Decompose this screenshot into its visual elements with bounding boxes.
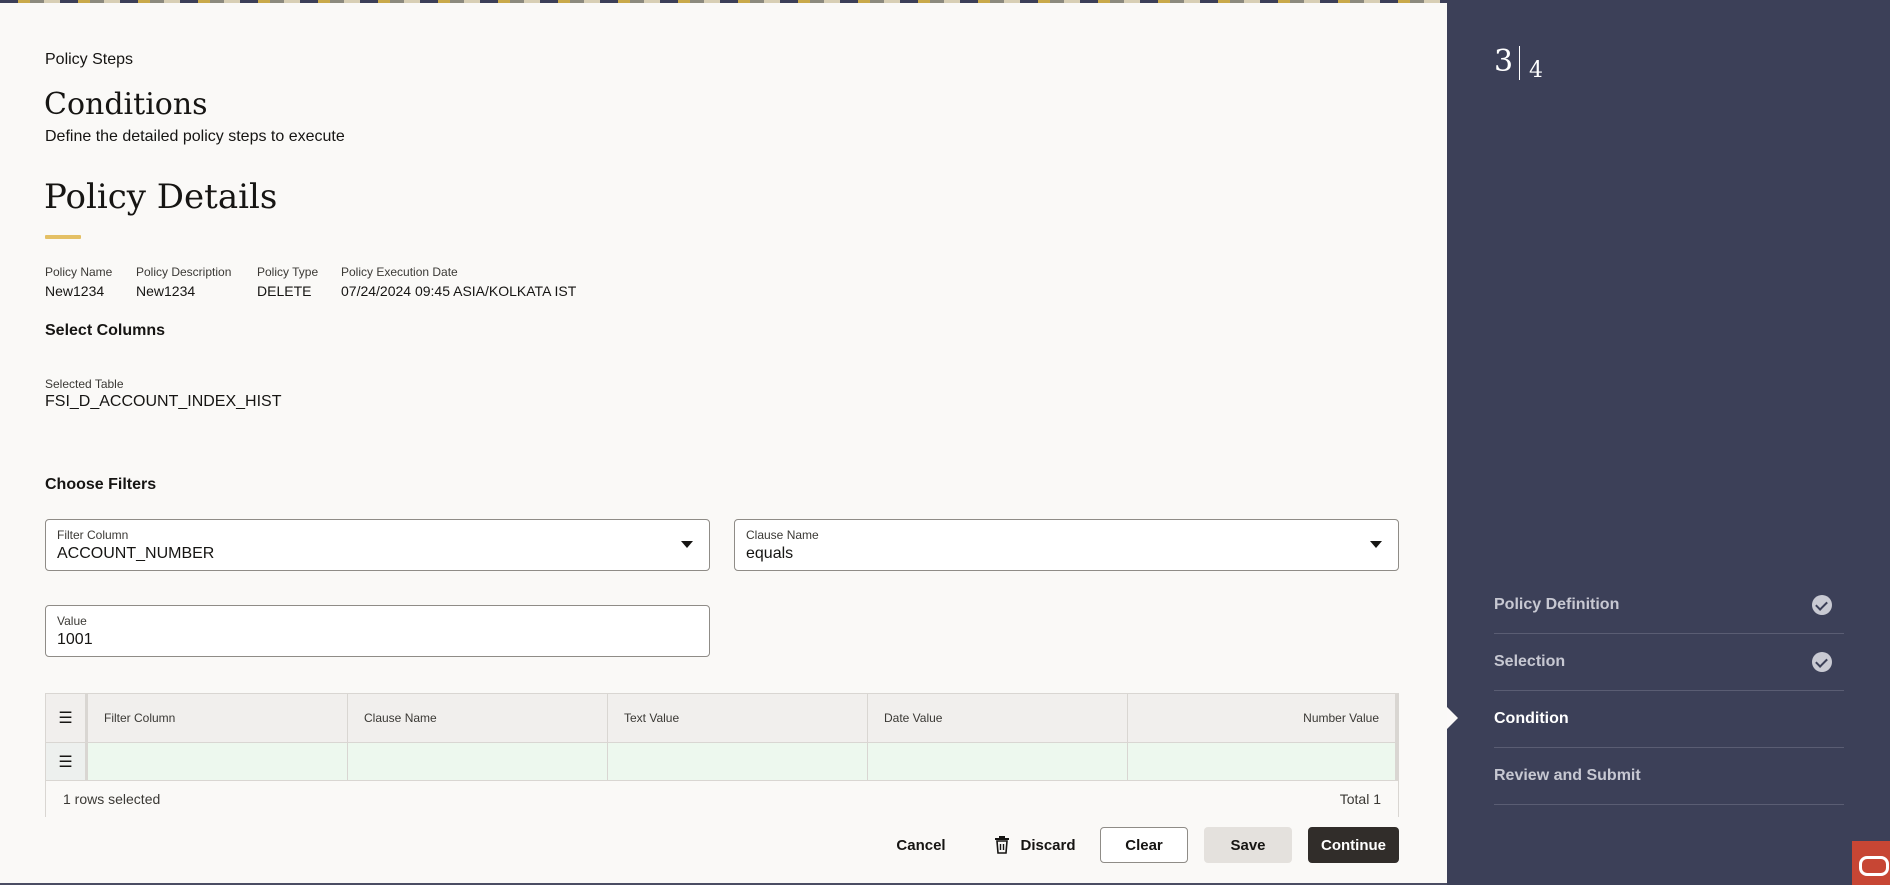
filters-grid: ☰ Filter Column Clause Name Text Value D…: [45, 693, 1399, 817]
column-header-filter-column[interactable]: Filter Column: [88, 694, 348, 742]
grid-menu-icon[interactable]: ☰: [46, 694, 88, 742]
step-condition[interactable]: Condition: [1494, 691, 1844, 748]
choose-filters-title: Choose Filters: [45, 476, 157, 493]
step-label: Review and Submit: [1494, 767, 1641, 784]
total-count: Total 1: [1339, 791, 1381, 807]
value-label: Value: [57, 614, 87, 628]
grid-footer: 1 rows selected Total 1: [45, 781, 1399, 817]
page-eyebrow: Policy Steps: [45, 51, 134, 68]
clause-name-label: Clause Name: [746, 528, 819, 542]
chevron-down-icon[interactable]: [681, 541, 693, 548]
page-subtitle: Define the detailed policy steps to exec…: [45, 128, 345, 145]
page-title: Conditions: [44, 87, 208, 122]
step-label: Selection: [1494, 653, 1566, 670]
step-policy-definition[interactable]: Policy Definition: [1494, 577, 1844, 634]
oracle-logo[interactable]: [1852, 841, 1890, 885]
cell-filter-column[interactable]: [88, 743, 348, 780]
policy-type-label: Policy Type: [257, 265, 319, 279]
column-header-number-value[interactable]: Number Value: [1128, 694, 1398, 742]
policy-execution-date-field: Policy Execution Date 07/24/2024 09:45 A…: [341, 265, 576, 299]
cell-number-value[interactable]: [1128, 743, 1398, 780]
rows-selected-text: 1 rows selected: [63, 791, 161, 807]
save-button[interactable]: Save: [1204, 827, 1292, 863]
policy-details-title: Policy Details: [44, 177, 278, 217]
policy-description-value: New1234: [136, 283, 196, 299]
step-label: Policy Definition: [1494, 596, 1620, 613]
trash-icon: [994, 836, 1010, 854]
step-counter-divider: [1519, 46, 1520, 80]
cell-text-value[interactable]: [608, 743, 868, 780]
policy-name-label: Policy Name: [45, 265, 113, 279]
policy-type-field: Policy Type DELETE: [257, 265, 318, 299]
chevron-down-icon[interactable]: [1370, 541, 1382, 548]
column-header-text-value[interactable]: Text Value: [608, 694, 868, 742]
check-circle-icon: [1812, 652, 1832, 672]
filter-column-select[interactable]: Filter Column ACCOUNT_NUMBER: [45, 519, 710, 571]
selected-table-label: Selected Table: [45, 377, 124, 391]
discard-button[interactable]: Discard: [982, 827, 1088, 863]
policy-description-field: Policy Description New1234: [136, 265, 231, 299]
step-label: Condition: [1494, 710, 1569, 727]
clear-button[interactable]: Clear: [1100, 827, 1188, 863]
train-steps: Policy Definition Selection Condition Re…: [1494, 577, 1844, 805]
accent-bar: [45, 235, 81, 239]
policy-execution-date-label: Policy Execution Date: [341, 265, 458, 279]
column-header-date-value[interactable]: Date Value: [868, 694, 1128, 742]
current-step-number: 3: [1494, 44, 1514, 79]
main-panel: Policy Steps Conditions Define the detai…: [0, 3, 1447, 883]
policy-name-field: Policy Name New1234: [45, 265, 112, 299]
column-header-clause-name[interactable]: Clause Name: [348, 694, 608, 742]
clause-name-value: equals: [746, 545, 794, 562]
discard-label: Discard: [1020, 836, 1076, 854]
row-menu-icon[interactable]: ☰: [46, 743, 88, 780]
filter-column-label: Filter Column: [57, 528, 129, 542]
policy-execution-date-value: 07/24/2024 09:45 ASIA/KOLKATA IST: [341, 283, 577, 299]
check-circle-icon: [1812, 595, 1832, 615]
clause-name-select[interactable]: Clause Name equals: [734, 519, 1399, 571]
policy-description-label: Policy Description: [136, 265, 232, 279]
step-selection[interactable]: Selection: [1494, 634, 1844, 691]
total-step-number: 4: [1529, 58, 1543, 83]
policy-type-value: DELETE: [257, 283, 312, 299]
step-review-and-submit[interactable]: Review and Submit: [1494, 748, 1844, 805]
value-input[interactable]: Value 1001: [45, 605, 710, 657]
table-row[interactable]: ☰: [45, 743, 1399, 781]
step-counter: 3 4: [1494, 44, 1543, 83]
policy-name-value: New1234: [45, 283, 105, 299]
cancel-button[interactable]: Cancel: [880, 827, 962, 863]
cell-date-value[interactable]: [868, 743, 1128, 780]
value-text: 1001: [57, 631, 93, 648]
grid-header-row: ☰ Filter Column Clause Name Text Value D…: [45, 693, 1399, 743]
current-step-pointer: [1447, 707, 1458, 729]
cell-clause-name[interactable]: [348, 743, 608, 780]
continue-button[interactable]: Continue: [1308, 827, 1399, 863]
filter-column-value: ACCOUNT_NUMBER: [57, 545, 215, 562]
select-columns-title: Select Columns: [45, 322, 166, 339]
selected-table-value: FSI_D_ACCOUNT_INDEX_HIST: [45, 393, 282, 410]
